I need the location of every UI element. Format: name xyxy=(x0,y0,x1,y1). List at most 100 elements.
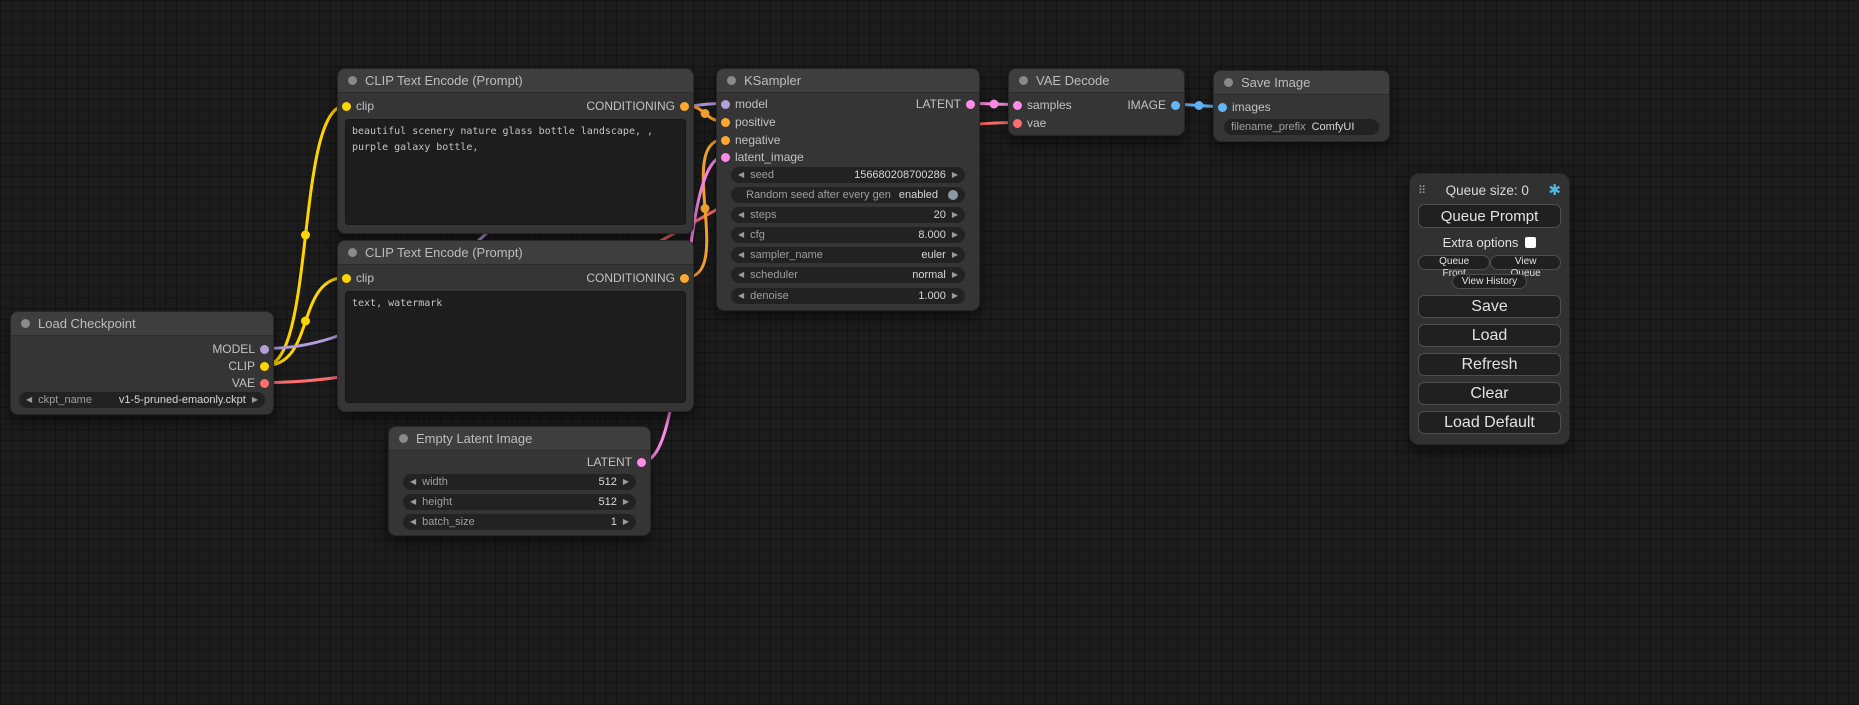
ckpt-name-widget[interactable]: ◀ ckpt_name v1-5-pruned-emaonly.ckpt ▶ xyxy=(19,392,265,408)
latent-output-slot[interactable] xyxy=(966,100,975,109)
widget-value: 20 xyxy=(934,207,946,223)
decrement-arrow-icon[interactable]: ◀ xyxy=(410,494,416,510)
drag-handle-icon[interactable]: ⠿ xyxy=(1418,184,1426,197)
collapse-dot-icon[interactable] xyxy=(727,76,736,85)
next-arrow-icon[interactable]: ▶ xyxy=(952,247,958,263)
clip-input-slot[interactable] xyxy=(342,274,351,283)
collapse-dot-icon[interactable] xyxy=(1224,78,1233,87)
collapse-dot-icon[interactable] xyxy=(1019,76,1028,85)
images-input-slot[interactable] xyxy=(1218,103,1227,112)
images-input-label: images xyxy=(1232,100,1271,115)
view-history-button[interactable]: View History xyxy=(1452,274,1527,289)
node-title-bar[interactable]: KSampler xyxy=(717,69,979,93)
prompt-textarea[interactable]: text, watermark xyxy=(345,291,686,403)
negative-input-slot[interactable] xyxy=(721,136,730,145)
vae-input-slot[interactable] xyxy=(1013,119,1022,128)
clip-input-slot[interactable] xyxy=(342,102,351,111)
node-title-bar[interactable]: CLIP Text Encode (Prompt) xyxy=(338,241,693,265)
seed-widget[interactable]: ◀ seed 156680208700286 ▶ xyxy=(731,167,965,183)
node-title: Load Checkpoint xyxy=(38,316,136,331)
denoise-widget[interactable]: ◀ denoise 1.000 ▶ xyxy=(731,288,965,304)
extra-options-checkbox[interactable] xyxy=(1525,237,1536,248)
widget-value: enabled xyxy=(899,187,938,203)
samples-input-slot[interactable] xyxy=(1013,101,1022,110)
model-output-label: MODEL xyxy=(212,342,255,357)
node-title-bar[interactable]: CLIP Text Encode (Prompt) xyxy=(338,69,693,93)
random-seed-toggle[interactable] xyxy=(948,190,958,200)
increment-arrow-icon[interactable]: ▶ xyxy=(952,288,958,304)
cfg-widget[interactable]: ◀ cfg 8.000 ▶ xyxy=(731,227,965,243)
conditioning-output-slot[interactable] xyxy=(680,102,689,111)
prev-arrow-icon[interactable]: ◀ xyxy=(738,247,744,263)
node-save-image[interactable]: Save Image images filename_prefix ComfyU… xyxy=(1213,70,1390,142)
node-load-checkpoint[interactable]: Load Checkpoint MODEL CLIP VAE ◀ ckpt_na… xyxy=(10,311,274,415)
node-clip-text-encode-negative[interactable]: CLIP Text Encode (Prompt) clip CONDITION… xyxy=(337,240,694,412)
prev-arrow-icon[interactable]: ◀ xyxy=(26,392,32,408)
increment-arrow-icon[interactable]: ▶ xyxy=(623,514,629,530)
decrement-arrow-icon[interactable]: ◀ xyxy=(410,514,416,530)
image-output-slot[interactable] xyxy=(1171,101,1180,110)
collapse-dot-icon[interactable] xyxy=(21,319,30,328)
decrement-arrow-icon[interactable]: ◀ xyxy=(738,207,744,223)
scheduler-widget[interactable]: ◀ scheduler normal ▶ xyxy=(731,267,965,283)
node-empty-latent-image[interactable]: Empty Latent Image LATENT ◀ width 512 ▶ … xyxy=(388,426,651,536)
increment-arrow-icon[interactable]: ▶ xyxy=(623,494,629,510)
node-title-bar[interactable]: Load Checkpoint xyxy=(11,312,273,336)
clip-input-label: clip xyxy=(356,271,374,286)
conditioning-output-label: CONDITIONING xyxy=(586,99,675,114)
sampler-name-widget[interactable]: ◀ sampler_name euler ▶ xyxy=(731,247,965,263)
clip-input-label: clip xyxy=(356,99,374,114)
clip-output-slot[interactable] xyxy=(260,362,269,371)
vae-output-slot[interactable] xyxy=(260,379,269,388)
decrement-arrow-icon[interactable]: ◀ xyxy=(410,474,416,490)
widget-value: 1.000 xyxy=(918,288,946,304)
next-arrow-icon[interactable]: ▶ xyxy=(252,392,258,408)
increment-arrow-icon[interactable]: ▶ xyxy=(952,227,958,243)
model-output-slot[interactable] xyxy=(260,345,269,354)
steps-widget[interactable]: ◀ steps 20 ▶ xyxy=(731,207,965,223)
node-title-bar[interactable]: Save Image xyxy=(1214,71,1389,95)
model-input-slot[interactable] xyxy=(721,100,730,109)
increment-arrow-icon[interactable]: ▶ xyxy=(952,207,958,223)
link-midpoint-dot xyxy=(990,100,999,109)
increment-arrow-icon[interactable]: ▶ xyxy=(623,474,629,490)
clear-button[interactable]: Clear xyxy=(1418,382,1561,405)
filename-prefix-widget[interactable]: filename_prefix ComfyUI xyxy=(1224,119,1379,135)
prev-arrow-icon[interactable]: ◀ xyxy=(738,267,744,283)
widget-label: filename_prefix xyxy=(1231,119,1306,135)
widget-label: scheduler xyxy=(750,267,798,283)
queue-prompt-button[interactable]: Queue Prompt xyxy=(1418,204,1561,228)
conditioning-output-slot[interactable] xyxy=(680,274,689,283)
width-widget[interactable]: ◀ width 512 ▶ xyxy=(403,474,636,490)
node-title-bar[interactable]: Empty Latent Image xyxy=(389,427,650,451)
collapse-dot-icon[interactable] xyxy=(348,248,357,257)
widget-label: width xyxy=(422,474,448,490)
next-arrow-icon[interactable]: ▶ xyxy=(952,267,958,283)
decrement-arrow-icon[interactable]: ◀ xyxy=(738,167,744,183)
refresh-button[interactable]: Refresh xyxy=(1418,353,1561,376)
node-ksampler[interactable]: KSampler model positive negative latent_… xyxy=(716,68,980,311)
load-default-button[interactable]: Load Default xyxy=(1418,411,1561,434)
positive-input-slot[interactable] xyxy=(721,118,730,127)
collapse-dot-icon[interactable] xyxy=(348,76,357,85)
queue-front-button[interactable]: Queue Front xyxy=(1418,255,1490,270)
load-button[interactable]: Load xyxy=(1418,324,1561,347)
decrement-arrow-icon[interactable]: ◀ xyxy=(738,227,744,243)
save-button[interactable]: Save xyxy=(1418,295,1561,318)
widget-value: normal xyxy=(912,267,946,283)
link-midpoint-dot xyxy=(1195,101,1204,110)
collapse-dot-icon[interactable] xyxy=(399,434,408,443)
batch-size-widget[interactable]: ◀ batch_size 1 ▶ xyxy=(403,514,636,530)
height-widget[interactable]: ◀ height 512 ▶ xyxy=(403,494,636,510)
node-clip-text-encode-positive[interactable]: CLIP Text Encode (Prompt) clip CONDITION… xyxy=(337,68,694,234)
random-seed-widget[interactable]: Random seed after every gen enabled xyxy=(731,187,965,203)
latent-output-slot[interactable] xyxy=(637,458,646,467)
gear-icon[interactable]: ✱ xyxy=(1548,183,1561,198)
node-title-bar[interactable]: VAE Decode xyxy=(1009,69,1184,93)
prompt-textarea[interactable]: beautiful scenery nature glass bottle la… xyxy=(345,119,686,225)
decrement-arrow-icon[interactable]: ◀ xyxy=(738,288,744,304)
view-queue-button[interactable]: View Queue xyxy=(1490,255,1561,270)
node-vae-decode[interactable]: VAE Decode samples vae IMAGE xyxy=(1008,68,1185,136)
increment-arrow-icon[interactable]: ▶ xyxy=(952,167,958,183)
latent-image-input-slot[interactable] xyxy=(721,153,730,162)
